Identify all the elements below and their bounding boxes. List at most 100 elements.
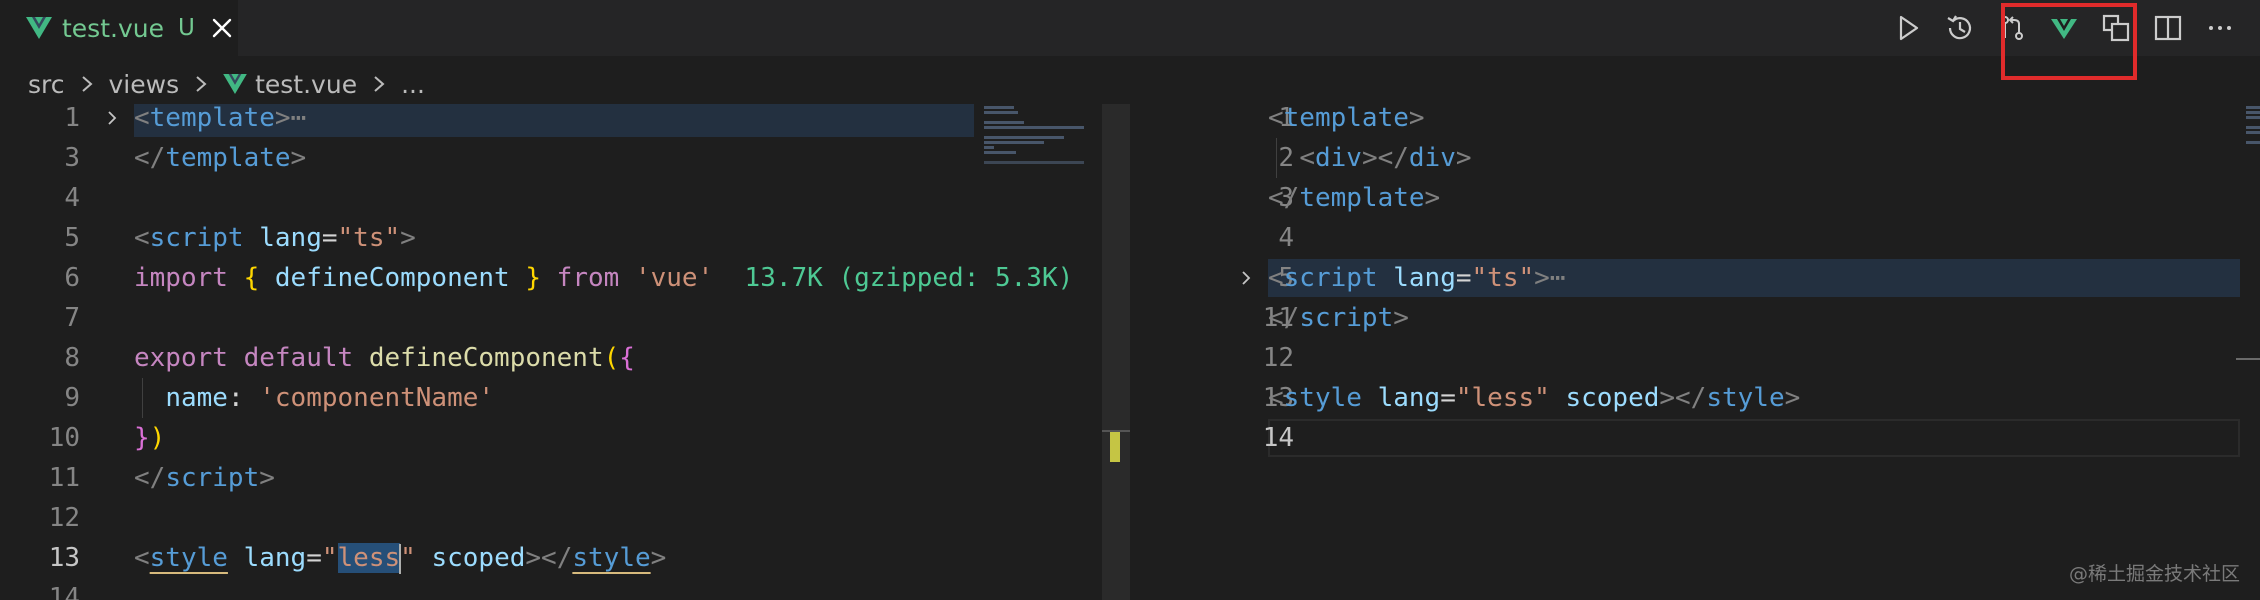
breadcrumb: src views test.vue ... — [28, 64, 425, 104]
left-code-line[interactable]: 5 <script lang="ts"> — [0, 218, 1130, 258]
fold-chevron-right-icon[interactable] — [104, 110, 120, 126]
code-token: default — [243, 343, 354, 373]
code-token: less — [337, 543, 401, 573]
left-code-line[interactable]: 8 export default defineComponent({ — [0, 338, 1130, 378]
code-text: import { defineComponent } from 'vue' 13… — [134, 258, 1073, 298]
left-editor-pane[interactable]: 1 <template>⋯ 3 </template> 4 5 <script lang="… — [0, 104, 1130, 600]
code-token: ) — [149, 423, 166, 453]
vue-file-icon — [223, 74, 247, 94]
left-code-line[interactable]: 14 — [0, 578, 1130, 600]
open-preview-button[interactable] — [2090, 2, 2142, 54]
right-code-line[interactable]: 5 <script lang="ts">⋯ — [1130, 258, 2260, 298]
code-token: " — [400, 543, 416, 573]
code-text: </template> — [1268, 178, 1440, 218]
line-number: 14 — [1262, 423, 1294, 453]
line-number: 11 — [48, 463, 80, 493]
right-code-line[interactable]: 2 <div></div> — [1130, 138, 2260, 178]
code-token: script — [1283, 263, 1378, 293]
left-code-line[interactable]: 13 <style lang="less" scoped></style> — [0, 538, 1130, 578]
more-actions-button[interactable] — [2194, 2, 2246, 54]
code-token: > — [650, 543, 667, 573]
vue-file-icon — [26, 17, 52, 39]
code-token: lang — [1377, 383, 1441, 413]
line-number: 6 — [64, 263, 80, 293]
right-code-line[interactable]: 1 <template> — [1130, 104, 2260, 138]
right-minimap[interactable] — [2242, 104, 2260, 600]
code-token: style — [1283, 383, 1362, 413]
code-text: <style lang="less" scoped></style> — [1268, 378, 1800, 418]
breadcrumb-views[interactable]: views — [109, 70, 180, 99]
code-text: <template>⋯ — [134, 104, 306, 138]
right-editor-pane[interactable]: 1 <template> 2 <div></div> 3 </template> 4 5 <s… — [1130, 104, 2260, 600]
history-button[interactable] — [1934, 2, 1986, 54]
git-compare-button[interactable] — [1986, 2, 2038, 54]
fold-chevron-right-icon[interactable] — [1238, 270, 1254, 286]
left-code-line[interactable]: 7 — [0, 298, 1130, 338]
breadcrumb-src[interactable]: src — [28, 70, 65, 99]
play-button[interactable] — [1882, 2, 1934, 54]
right-code-line[interactable]: 3 </template> — [1130, 178, 2260, 218]
right-code-line[interactable]: 11 </script> — [1130, 298, 2260, 338]
breadcrumb-file[interactable]: test.vue — [255, 70, 357, 99]
current-line-highlight — [1268, 419, 2240, 457]
close-icon[interactable] — [211, 17, 233, 39]
code-token: scoped — [1565, 383, 1660, 413]
left-code-line[interactable]: 11 </script> — [0, 458, 1130, 498]
vue-split-button[interactable] — [2038, 2, 2090, 54]
code-token: lang — [1393, 263, 1456, 293]
code-token: < — [1268, 383, 1284, 413]
line-number: 12 — [1262, 343, 1294, 373]
line-number: 7 — [64, 303, 80, 333]
code-token: = — [306, 543, 322, 573]
line-number: 3 — [64, 143, 80, 173]
code-token: script — [1299, 303, 1394, 333]
code-text: }) — [134, 418, 165, 458]
code-token: = — [1440, 383, 1456, 413]
code-token: lang — [243, 543, 307, 573]
left-code-line[interactable]: 6 import { defineComponent } from 'vue' 1… — [0, 258, 1130, 298]
left-code-line[interactable]: 3 </template> — [0, 138, 1130, 178]
tab-bar: test.vue U — [0, 0, 2260, 56]
left-code-line[interactable]: 1 <template>⋯ — [0, 104, 1130, 138]
code-token: template — [165, 143, 291, 173]
code-token: > — [1784, 383, 1801, 413]
right-code-line[interactable]: 4 — [1130, 218, 2260, 258]
code-text: </template> — [134, 138, 306, 178]
breadcrumb-symbols[interactable]: ... — [401, 70, 425, 99]
left-scrollbar[interactable] — [1102, 104, 1130, 600]
right-scroll-position — [2236, 358, 2260, 360]
split-editor-button[interactable] — [2142, 2, 2194, 54]
code-token: > — [290, 143, 307, 173]
code-token: "ts" — [1471, 263, 1535, 293]
code-token: defineComponent — [368, 343, 604, 373]
code-token: > — [259, 463, 275, 493]
code-token: : — [227, 383, 260, 413]
code-token: div — [1408, 143, 1456, 173]
right-code-line[interactable]: 12 — [1130, 338, 2260, 378]
code-token: } — [525, 263, 542, 293]
code-token: style — [572, 543, 651, 573]
right-code-line[interactable]: 14 — [1130, 418, 2260, 458]
code-token: > — [1455, 143, 1472, 173]
history-icon — [1947, 15, 1972, 40]
left-code-line[interactable]: 4 — [0, 178, 1130, 218]
editor-tab-test-vue[interactable]: test.vue U — [0, 0, 238, 56]
code-token: < — [1299, 143, 1315, 173]
code-token: ⋯ — [1549, 263, 1566, 293]
left-code-line[interactable]: 10}) — [0, 418, 1130, 458]
code-text: <script lang="ts"> — [134, 218, 416, 258]
left-code-line[interactable]: 9 name: 'componentName' — [0, 378, 1130, 418]
left-code-line[interactable]: 12 — [0, 498, 1130, 538]
code-text: export default defineComponent({ — [134, 338, 635, 378]
code-token: </ — [1268, 183, 1300, 213]
right-code-line[interactable]: 13 <style lang="less" scoped></style> — [1130, 378, 2260, 418]
left-minimap[interactable] — [980, 104, 1102, 600]
